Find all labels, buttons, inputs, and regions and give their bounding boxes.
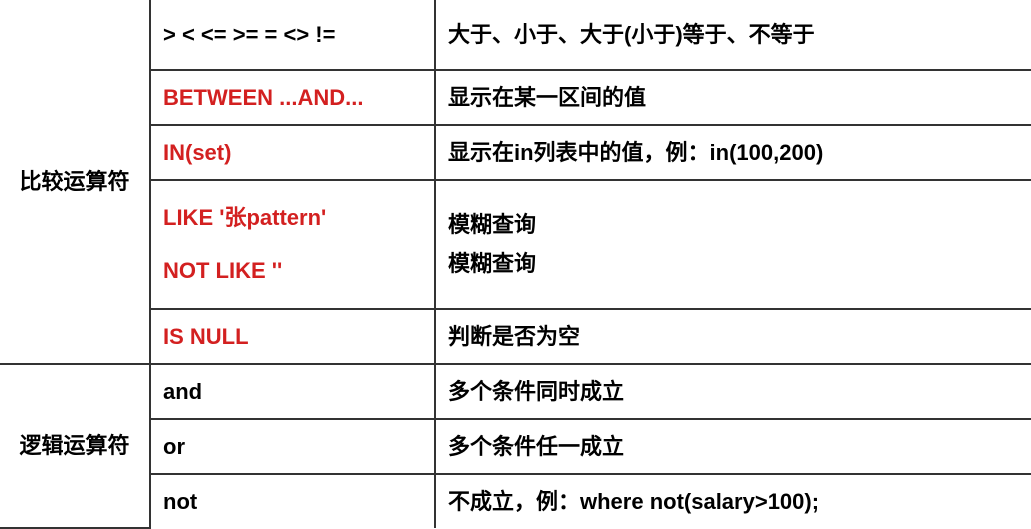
- category-label: 比较运算符: [19, 169, 129, 194]
- table-row: 比较运算符 > < <= >= = <> != 大于、小于、大于(小于)等于、不…: [0, 0, 1031, 70]
- operator-text-line2: NOT LIKE '': [163, 251, 422, 291]
- category-label: 逻辑运算符: [19, 433, 129, 458]
- description-cell: 不成立，例：where not(salary>100);: [435, 474, 1031, 528]
- operator-text: IN(set): [163, 140, 231, 165]
- table-row: IN(set) 显示在in列表中的值，例：in(100,200): [0, 125, 1031, 180]
- operator-cell-in: IN(set): [150, 125, 435, 180]
- description-text: 多个条件同时成立: [448, 379, 624, 404]
- operator-cell-between: BETWEEN ...AND...: [150, 70, 435, 125]
- description-text-line2: 模糊查询: [448, 244, 1019, 284]
- operator-text: > < <= >= = <> !=: [163, 22, 335, 47]
- operator-cell-isnull: IS NULL: [150, 309, 435, 364]
- table-row: or 多个条件任一成立: [0, 419, 1031, 474]
- description-text: 多个条件任一成立: [448, 434, 624, 459]
- table-row: not 不成立，例：where not(salary>100);: [0, 474, 1031, 528]
- description-cell: 多个条件任一成立: [435, 419, 1031, 474]
- category-comparison: 比较运算符: [0, 0, 150, 364]
- description-text: 判断是否为空: [448, 324, 580, 349]
- operator-cell-compare-ops: > < <= >= = <> !=: [150, 0, 435, 70]
- description-text-line1: 模糊查询: [448, 205, 1019, 245]
- operators-table-container: 比较运算符 > < <= >= = <> != 大于、小于、大于(小于)等于、不…: [0, 0, 1031, 529]
- operator-cell-or: or: [150, 419, 435, 474]
- description-text: 不成立，例：where not(salary>100);: [448, 489, 819, 514]
- description-cell: 判断是否为空: [435, 309, 1031, 364]
- operator-text: not: [163, 489, 197, 514]
- description-text: 显示在in列表中的值，例：in(100,200): [448, 140, 823, 165]
- description-cell: 显示在某一区间的值: [435, 70, 1031, 125]
- operator-cell-like: LIKE '张pattern' NOT LIKE '': [150, 180, 435, 309]
- operator-text: and: [163, 379, 202, 404]
- table-row: 逻辑运算符 and 多个条件同时成立: [0, 364, 1031, 419]
- operator-text: BETWEEN ...AND...: [163, 85, 363, 110]
- operators-table: 比较运算符 > < <= >= = <> != 大于、小于、大于(小于)等于、不…: [0, 0, 1031, 529]
- description-cell: 显示在in列表中的值，例：in(100,200): [435, 125, 1031, 180]
- description-text: 显示在某一区间的值: [448, 85, 646, 110]
- operator-text: IS NULL: [163, 324, 249, 349]
- description-cell: 大于、小于、大于(小于)等于、不等于: [435, 0, 1031, 70]
- operator-text: or: [163, 434, 185, 459]
- operator-cell-and: and: [150, 364, 435, 419]
- description-text: 大于、小于、大于(小于)等于、不等于: [448, 22, 815, 47]
- table-row: LIKE '张pattern' NOT LIKE '' 模糊查询 模糊查询: [0, 180, 1031, 309]
- table-row: IS NULL 判断是否为空: [0, 309, 1031, 364]
- table-row: BETWEEN ...AND... 显示在某一区间的值: [0, 70, 1031, 125]
- description-cell: 模糊查询 模糊查询: [435, 180, 1031, 309]
- operator-text-line1: LIKE '张pattern': [163, 198, 422, 238]
- category-logical: 逻辑运算符: [0, 364, 150, 528]
- operator-cell-not: not: [150, 474, 435, 528]
- description-cell: 多个条件同时成立: [435, 364, 1031, 419]
